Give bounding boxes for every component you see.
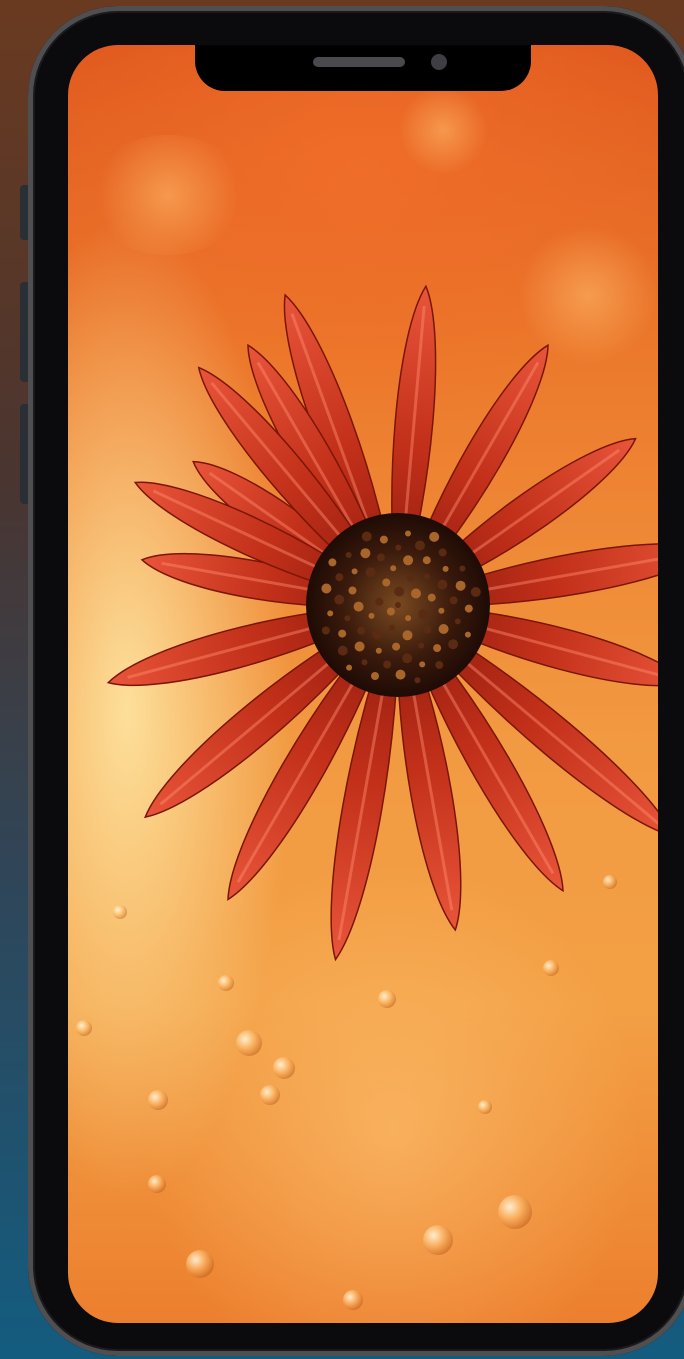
seed-floret [427,593,436,602]
seed-floret [438,548,447,557]
seed-floret [365,567,376,578]
seed-floret [438,607,445,614]
seed-floret [334,594,345,605]
water-droplet [478,1100,492,1114]
water-droplet [186,1250,214,1278]
seed-floret [454,618,461,625]
water-droplet [113,905,127,919]
seed-floret [368,612,375,619]
water-droplet [603,875,617,889]
seed-floret [353,601,364,612]
seed-floret [321,626,330,635]
seed-floret [438,624,449,634]
seed-floret [423,573,430,580]
seed-floret [435,661,444,669]
seed-floret [375,647,382,654]
seed-floret [351,568,358,575]
seed-floret [459,565,466,572]
seed-floret [433,644,442,653]
seed-floret [361,659,368,666]
seed-floret [470,587,481,597]
water-droplet [260,1085,280,1105]
seed-floret [419,661,426,668]
seed-floret [405,530,411,537]
seed-floret [345,552,352,558]
seed-floret [406,573,415,582]
seed-floret [429,531,440,542]
speaker-grille-icon [313,57,405,67]
water-droplet [498,1195,532,1229]
seed-floret [338,629,347,638]
seed-floret [379,535,388,544]
seed-floret [354,641,365,652]
seed-floret [361,531,372,542]
water-droplet [218,975,234,991]
seed-floret [395,669,406,680]
seed-floret [328,558,337,567]
seed-floret [464,631,471,638]
seed-floret [335,573,344,582]
seed-floret [337,645,348,656]
seed-floret [372,629,383,640]
daisy-flower [106,284,658,962]
seed-floret [455,580,466,591]
seed-floret [411,588,421,599]
seed-floret [344,615,351,622]
phone-screen [68,45,658,1323]
seed-floret [395,544,402,551]
seed-floret [376,553,385,562]
seed-floret [418,609,429,620]
seed-floret [442,565,449,572]
seed-floret [346,664,353,671]
seed-floret [402,653,413,664]
seed-floret [418,642,425,649]
seed-floret [415,540,425,551]
seed-floret [464,604,473,613]
seed-floret [348,586,357,595]
water-droplet [148,1175,166,1193]
water-droplet [423,1225,453,1255]
seed-floret [357,626,366,635]
water-droplet [273,1057,295,1079]
seed-floret [394,586,405,597]
seed-floret [422,556,431,565]
seed-floret [360,548,371,559]
front-camera-icon [431,54,447,70]
seed-floret [382,578,391,587]
seed-floret [448,639,459,650]
seed-floret [383,660,392,669]
screen-notch [195,45,531,91]
seed-floret [402,630,413,641]
seed-floret [403,555,414,566]
seed-floret [321,583,332,594]
seed-floret [449,596,458,605]
seed-floret [405,615,412,622]
seed-floret [386,607,395,616]
seed-floret [371,672,379,680]
water-droplet [236,1030,262,1056]
seed-floret [366,585,373,592]
device-mockup-scene [0,0,684,1359]
seed-floret [395,602,401,608]
water-droplet [148,1090,168,1110]
water-droplet [543,960,559,976]
seed-floret [375,597,384,606]
seed-floret [388,624,395,631]
seed-floret [327,610,334,617]
seed-floret [437,579,448,590]
water-droplet [343,1290,363,1310]
seed-floret [414,677,421,684]
seed-floret [392,642,401,651]
seed-floret [390,565,397,572]
seed-floret [423,625,432,634]
water-droplet [76,1020,92,1036]
water-droplet [378,990,396,1008]
